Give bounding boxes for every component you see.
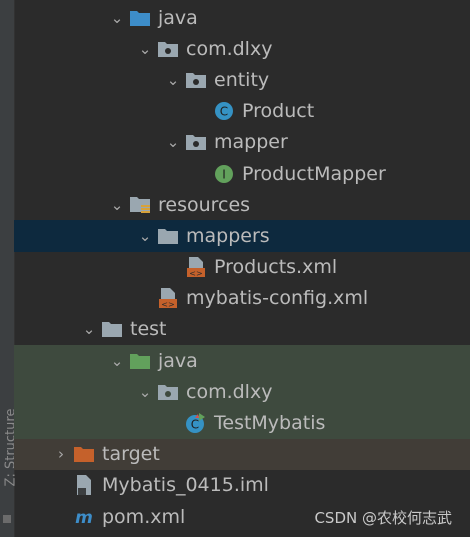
tree-row-product[interactable]: C Product xyxy=(14,96,470,127)
class-icon: C xyxy=(212,100,236,122)
xml-file-icon: <> xyxy=(156,287,180,309)
folder-resources-icon xyxy=(128,194,152,216)
tree-row-productmapper[interactable]: I ProductMapper xyxy=(14,158,470,189)
tree-row-label: java xyxy=(158,349,198,372)
maven-icon: m xyxy=(72,506,96,528)
chevron-down-icon[interactable]: ⌄ xyxy=(134,227,156,245)
iml-file-icon xyxy=(72,474,96,496)
chevron-down-icon[interactable]: ⌄ xyxy=(162,71,184,89)
test-class-icon: C xyxy=(184,412,208,434)
tree-row-target[interactable]: › target xyxy=(14,438,470,470)
tree-row-com-dlxy[interactable]: ⌄ com.dlxy xyxy=(14,33,470,64)
interface-icon: I xyxy=(212,163,236,185)
chevron-down-icon[interactable]: ⌄ xyxy=(106,196,128,214)
tree-row-mappers[interactable]: ⌄ mappers xyxy=(14,220,470,252)
tree-row-mapper[interactable]: ⌄ mapper xyxy=(14,127,470,158)
structure-tool-strip[interactable]: Z: Structure xyxy=(0,0,18,537)
package-icon xyxy=(156,38,180,60)
tree-row-entity[interactable]: ⌄ entity xyxy=(14,64,470,95)
folder-test-icon xyxy=(128,350,152,372)
tree-row-label: java xyxy=(158,6,198,29)
chevron-right-icon[interactable]: › xyxy=(50,445,72,463)
strip-marker xyxy=(3,515,11,523)
xml-file-icon: <> xyxy=(184,256,208,278)
tree-row-label: ProductMapper xyxy=(242,162,386,185)
tree-row-label: entity xyxy=(214,68,270,91)
chevron-down-icon[interactable]: ⌄ xyxy=(106,9,128,27)
svg-text:<>: <> xyxy=(161,300,174,309)
tree-row-label: target xyxy=(102,443,160,466)
tree-row-label: Mybatis_0415.iml xyxy=(102,474,269,497)
tree-row-iml[interactable]: Mybatis_0415.iml xyxy=(14,470,470,501)
tree-row-label: resources xyxy=(158,193,251,216)
tree-row-products-xml[interactable]: <> Products.xml xyxy=(14,252,470,283)
watermark: CSDN @农校何志武 xyxy=(314,509,452,527)
tree-row-test[interactable]: ⌄ test xyxy=(14,314,470,345)
tree-row-label: TestMybatis xyxy=(214,412,326,435)
package-icon xyxy=(156,381,180,403)
tree-row-label: mybatis-config.xml xyxy=(186,287,369,310)
tree-row-testmybatis[interactable]: C TestMybatis xyxy=(14,407,470,439)
folder-icon xyxy=(156,225,180,247)
chevron-down-icon[interactable]: ⌄ xyxy=(134,40,156,58)
folder-excluded-icon xyxy=(72,443,96,465)
folder-src-icon xyxy=(128,7,152,29)
tree-row-label: pom.xml xyxy=(102,505,186,528)
tree-row-mybatis-config[interactable]: <> mybatis-config.xml xyxy=(14,283,470,314)
tree-row-resources[interactable]: ⌄ resources xyxy=(14,189,470,220)
svg-text:m: m xyxy=(75,508,93,527)
tree-row-label: com.dlxy xyxy=(186,37,273,60)
svg-text:I: I xyxy=(222,167,226,181)
tree-row-label: Products.xml xyxy=(214,256,338,279)
package-icon xyxy=(184,131,208,153)
folder-icon xyxy=(100,318,124,340)
tree-row-test-java[interactable]: ⌄ java xyxy=(14,345,470,377)
tree-row-label: mapper xyxy=(214,131,288,154)
tree-row-label: Product xyxy=(242,100,315,123)
tree-row-test-com-dlxy[interactable]: ⌄ com.dlxy xyxy=(14,376,470,408)
svg-text:C: C xyxy=(191,418,199,432)
chevron-down-icon[interactable]: ⌄ xyxy=(162,133,184,151)
tree-row-java[interactable]: ⌄ java xyxy=(14,2,470,33)
chevron-down-icon[interactable]: ⌄ xyxy=(78,320,100,338)
svg-text:<>: <> xyxy=(189,269,202,278)
tree-row-label: com.dlxy xyxy=(186,380,273,403)
project-tree[interactable]: ⌄ java ⌄ com.dlxy ⌄ entity C Product ⌄ m… xyxy=(14,2,470,532)
chevron-down-icon[interactable]: ⌄ xyxy=(106,352,128,370)
package-icon xyxy=(184,69,208,91)
tree-row-label: mappers xyxy=(186,224,270,247)
chevron-down-icon[interactable]: ⌄ xyxy=(134,383,156,401)
svg-text:C: C xyxy=(220,105,228,119)
tree-row-label: test xyxy=(130,318,167,341)
